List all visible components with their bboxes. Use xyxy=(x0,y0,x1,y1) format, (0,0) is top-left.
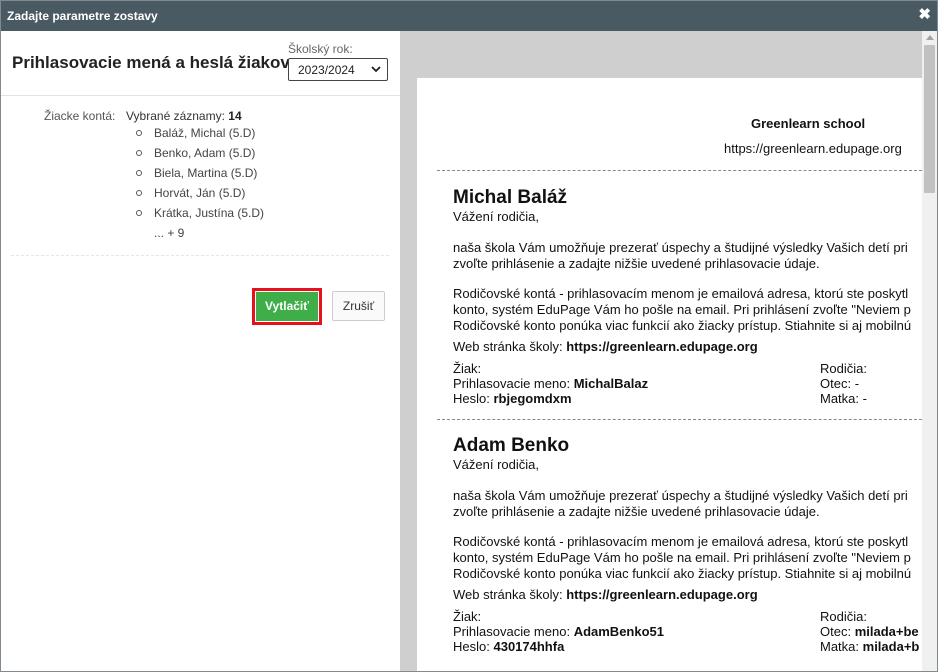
bullet-icon xyxy=(136,170,142,176)
list-item: Baláž, Michal (5.D) xyxy=(136,126,264,146)
web-line: Web stránka školy: https://greenlearn.ed… xyxy=(453,339,758,355)
web-value: https://greenlearn.edupage.org xyxy=(566,339,758,354)
list-item: Krátka, Justína (5.D) xyxy=(136,206,264,226)
father-value: - xyxy=(854,376,860,391)
selected-records: Vybrané záznamy: 14 xyxy=(126,109,242,123)
print-button[interactable]: Vytlačiť xyxy=(256,292,318,321)
school-year-value: 2023/2024 xyxy=(298,63,355,77)
salutation: Vážení rodičia, xyxy=(453,457,539,472)
password-value: rbjegomdxm xyxy=(493,391,572,406)
print-button-highlight: Vytlačiť xyxy=(252,288,322,325)
intro-line: naša škola Vám umožňuje prezerať úspechy… xyxy=(453,240,908,255)
cancel-button[interactable]: Zrušiť xyxy=(332,291,385,321)
bullet-icon xyxy=(136,190,142,196)
parent-info-line: Rodičovské kontá - prihlasovacím menom j… xyxy=(453,534,909,549)
close-icon[interactable]: ✖ xyxy=(918,7,931,23)
web-line: Web stránka školy: https://greenlearn.ed… xyxy=(453,587,758,603)
more-records: ... + 9 xyxy=(154,226,185,240)
report-preview[interactable]: Greenlearn school https://greenlearn.edu… xyxy=(400,31,922,671)
intro-line: zvoľte prihlásenie a zadajte nižšie uved… xyxy=(453,256,820,271)
login-value: AdamBenko51 xyxy=(573,624,664,639)
father-label: Otec: xyxy=(820,624,852,639)
school-year-label: Školský rok: xyxy=(288,42,353,56)
parent-info-line: konto, systém EduPage Vám ho pošle na em… xyxy=(453,550,911,565)
intro-line: zvoľte prihlásenie a zadajte nižšie uved… xyxy=(453,504,820,519)
parent-info-line: Rodičovské kontá - prihlasovacím menom j… xyxy=(453,286,909,301)
login-label: Prihlasovacie meno: xyxy=(453,624,571,639)
mother-value: - xyxy=(862,391,867,406)
selected-students-list: Baláž, Michal (5.D) Benko, Adam (5.D) Bi… xyxy=(136,126,264,226)
mother-value: milada+b xyxy=(862,639,920,654)
chevron-down-icon xyxy=(371,66,381,73)
selected-records-count: 14 xyxy=(228,109,242,123)
student-name: Benko, Adam (5.D) xyxy=(154,146,256,160)
preview-page: Greenlearn school https://greenlearn.edu… xyxy=(417,78,922,671)
scroll-up-icon[interactable] xyxy=(926,35,934,40)
bullet-icon xyxy=(136,210,142,216)
parent-info-line: konto, systém EduPage Vám ho pošle na em… xyxy=(453,302,911,317)
parents-label: Rodičia: xyxy=(820,609,867,624)
student-full-name: Michal Baláž xyxy=(453,187,568,208)
login-value: MichalBalaz xyxy=(573,376,649,391)
student-label: Žiak: xyxy=(453,609,482,624)
report-heading: Prihlasovacie mená a heslá žiakov xyxy=(12,53,290,72)
parameters-panel: Prihlasovacie mená a heslá žiakov Školsk… xyxy=(1,31,400,671)
password-line: Heslo: 430174hhfa xyxy=(453,639,564,655)
student-label: Žiak: xyxy=(453,361,482,376)
password-value: 430174hhfa xyxy=(493,639,565,654)
web-label: Web stránka školy: xyxy=(453,339,563,354)
login-line: Prihlasovacie meno: AdamBenko51 xyxy=(453,624,664,640)
divider xyxy=(1,95,400,96)
parent-info-line: Rodičovské konto ponúka viac funkcií ako… xyxy=(453,566,912,581)
student-name: Horvát, Ján (5.D) xyxy=(154,186,246,200)
father-value: milada+be xyxy=(854,624,919,639)
separator xyxy=(437,170,922,171)
father-label: Otec: xyxy=(820,376,852,391)
parents-label: Rodičia: xyxy=(820,361,867,376)
dialog-title: Zadajte parametre zostavy xyxy=(7,9,158,23)
report-parameters-dialog: Zadajte parametre zostavy ✖ Prihlasovaci… xyxy=(0,0,938,672)
web-label: Web stránka školy: xyxy=(453,587,563,602)
dialog-titlebar: Zadajte parametre zostavy ✖ xyxy=(1,1,937,31)
preview-scrollbar[interactable] xyxy=(922,31,937,671)
selected-records-label: Vybrané záznamy: xyxy=(126,109,225,123)
student-entry: Adam Benko Vážení rodičia, naša škola Vá… xyxy=(453,435,922,671)
list-item: Biela, Martina (5.D) xyxy=(136,166,264,186)
scrollbar-thumb[interactable] xyxy=(924,45,935,193)
list-item: Benko, Adam (5.D) xyxy=(136,146,264,166)
password-label: Heslo: xyxy=(453,639,490,654)
mother-line: Matka: - xyxy=(820,391,867,407)
student-name: Biela, Martina (5.D) xyxy=(154,166,258,180)
separator xyxy=(437,419,922,420)
intro-line: naša škola Vám umožňuje prezerať úspechy… xyxy=(453,488,908,503)
bullet-icon xyxy=(136,130,142,136)
school-url: https://greenlearn.edupage.org xyxy=(724,141,902,156)
student-full-name: Adam Benko xyxy=(453,435,570,456)
father-line: Otec: milada+be xyxy=(820,624,919,640)
web-value: https://greenlearn.edupage.org xyxy=(566,587,758,602)
parent-info-line: Rodičovské konto ponúka viac funkcií ako… xyxy=(453,318,912,333)
password-line: Heslo: rbjegomdxm xyxy=(453,391,572,407)
mother-line: Matka: milada+b xyxy=(820,639,919,655)
login-label: Prihlasovacie meno: xyxy=(453,376,571,391)
school-name: Greenlearn school xyxy=(751,116,866,131)
student-name: Krátka, Justína (5.D) xyxy=(154,206,265,220)
login-line: Prihlasovacie meno: MichalBalaz xyxy=(453,376,648,392)
bullet-icon xyxy=(136,150,142,156)
mother-label: Matka: xyxy=(820,639,860,654)
school-year-select[interactable]: 2023/2024 xyxy=(288,58,388,81)
student-name: Baláž, Michal (5.D) xyxy=(154,126,256,140)
mother-label: Matka: xyxy=(820,391,860,406)
father-line: Otec: - xyxy=(820,376,859,392)
student-entry: Michal Baláž Vážení rodičia, naša škola … xyxy=(453,187,922,417)
list-item: Horvát, Ján (5.D) xyxy=(136,186,264,206)
password-label: Heslo: xyxy=(453,391,490,406)
divider xyxy=(11,255,389,256)
student-accounts-label: Žiacke kontá: xyxy=(44,109,116,123)
salutation: Vážení rodičia, xyxy=(453,209,539,224)
